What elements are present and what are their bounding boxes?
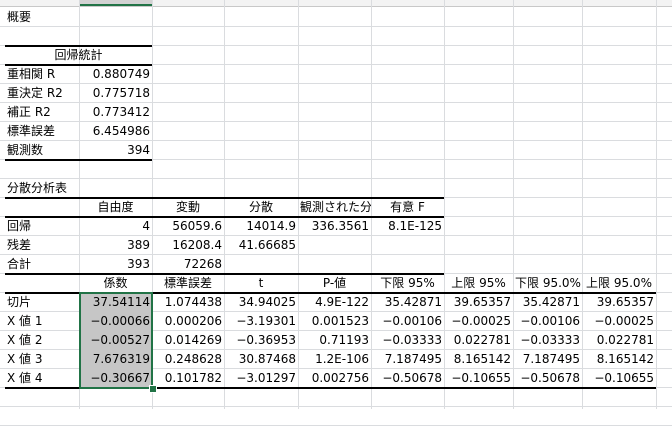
gridline-horizontal — [0, 406, 672, 407]
regression-stat-value[interactable]: 0.775718 — [79, 84, 152, 103]
anova-cell[interactable]: 41.66685 — [224, 236, 298, 255]
regression-stat-value[interactable]: 6.454986 — [79, 122, 152, 141]
coefficients-header[interactable]: 上限 95% — [444, 274, 513, 293]
coefficients-cell[interactable]: −0.00106 — [513, 312, 582, 331]
regression-stat-label[interactable]: 重決定 R2 — [5, 84, 79, 103]
regression-stat-label[interactable]: 重相関 R — [5, 65, 79, 84]
coefficients-cell[interactable]: 0.001523 — [298, 312, 371, 331]
coefficients-cell[interactable]: −3.19301 — [224, 312, 298, 331]
coefficients-cell[interactable]: −0.10655 — [444, 369, 513, 388]
coefficients-cell[interactable]: −0.50678 — [371, 369, 444, 388]
coefficients-cell[interactable]: 0.022781 — [444, 331, 513, 350]
coefficients-cell[interactable]: −0.03333 — [513, 331, 582, 350]
regression-stat-value[interactable]: 0.773412 — [79, 103, 152, 122]
regression-stat-value[interactable]: 0.880749 — [79, 65, 152, 84]
table-border-bottom — [5, 159, 152, 161]
coefficients-header[interactable]: 標準誤差 — [152, 274, 224, 293]
gridline-vertical — [656, 0, 657, 409]
coefficients-cell[interactable]: −0.10655 — [582, 369, 656, 388]
selected-column-header[interactable] — [79, 0, 152, 6]
regression-stat-label[interactable]: 観測数 — [5, 141, 79, 160]
anova-cell[interactable]: 72268 — [152, 255, 224, 274]
coefficients-cell[interactable]: −0.00025 — [444, 312, 513, 331]
coefficients-cell[interactable]: 39.65357 — [582, 293, 656, 312]
coefficients-cell[interactable]: −3.01297 — [224, 369, 298, 388]
anova-cell[interactable] — [224, 255, 298, 274]
anova-cell[interactable]: 16208.4 — [152, 236, 224, 255]
coefficients-cell[interactable]: 0.000206 — [152, 312, 224, 331]
anova-header[interactable]: 自由度 — [79, 198, 152, 217]
anova-row-label[interactable]: 合計 — [5, 255, 79, 274]
anova-cell[interactable]: 8.1E-125 — [371, 217, 444, 236]
coefficients-row-label[interactable]: 切片 — [5, 293, 79, 312]
selection-border[interactable] — [79, 292, 153, 389]
anova-title[interactable]: 分散分析表 — [5, 179, 152, 198]
coefficients-cell[interactable]: −0.00106 — [371, 312, 444, 331]
coefficients-header[interactable]: t — [224, 274, 298, 293]
coefficients-row-label[interactable]: X 値 3 — [5, 350, 79, 369]
anova-row-label[interactable]: 回帰 — [5, 217, 79, 236]
coefficients-cell[interactable]: 0.002756 — [298, 369, 371, 388]
coefficients-header[interactable]: 係数 — [79, 274, 152, 293]
anova-header[interactable]: 変動 — [152, 198, 224, 217]
coefficients-header[interactable]: 上限 95.0% — [582, 274, 656, 293]
anova-cell[interactable]: 14014.9 — [224, 217, 298, 236]
anova-header[interactable]: 観測された分散比 — [298, 198, 371, 217]
anova-cell[interactable]: 393 — [79, 255, 152, 274]
spreadsheet-grid[interactable]: 概要 回帰統計 重相関 R 0.880749 重決定 R2 0.775718 補正 R2 0.… — [0, 0, 672, 426]
coefficients-cell[interactable]: 0.022781 — [582, 331, 656, 350]
coefficients-header[interactable]: P-値 — [298, 274, 371, 293]
coefficients-cell[interactable]: 7.187495 — [513, 350, 582, 369]
regression-stat-value[interactable]: 394 — [79, 141, 152, 160]
coefficients-cell[interactable]: 35.42871 — [371, 293, 444, 312]
coefficients-cell[interactable]: 34.94025 — [224, 293, 298, 312]
coefficients-cell[interactable]: 8.165142 — [582, 350, 656, 369]
coefficients-row-label[interactable]: X 値 4 — [5, 369, 79, 388]
anova-header[interactable]: 有意 F — [371, 198, 444, 217]
coefficients-cell[interactable]: −0.00025 — [582, 312, 656, 331]
anova-cell[interactable] — [298, 236, 371, 255]
coefficients-cell[interactable]: 7.187495 — [371, 350, 444, 369]
coefficients-cell[interactable]: 1.074438 — [152, 293, 224, 312]
coefficients-cell[interactable]: 0.71193 — [298, 331, 371, 350]
anova-header[interactable]: 分散 — [224, 198, 298, 217]
coefficients-cell[interactable]: 8.165142 — [444, 350, 513, 369]
coefficients-cell[interactable]: −0.50678 — [513, 369, 582, 388]
coefficients-header[interactable]: 下限 95.0% — [513, 274, 582, 293]
anova-cell[interactable]: 56059.6 — [152, 217, 224, 236]
coefficients-cell[interactable]: 35.42871 — [513, 293, 582, 312]
coefficients-row-label[interactable]: X 値 1 — [5, 312, 79, 331]
anova-row-label[interactable]: 残差 — [5, 236, 79, 255]
anova-cell[interactable] — [371, 236, 444, 255]
coefficients-cell[interactable]: −0.03333 — [371, 331, 444, 350]
anova-cell[interactable]: 336.3561 — [298, 217, 371, 236]
anova-cell[interactable]: 389 — [79, 236, 152, 255]
coefficients-cell[interactable]: 0.248628 — [152, 350, 224, 369]
coefficients-cell[interactable]: 39.65357 — [444, 293, 513, 312]
fill-handle[interactable] — [149, 385, 157, 393]
summary-title[interactable]: 概要 — [5, 8, 152, 27]
coefficients-cell[interactable]: 0.014269 — [152, 331, 224, 350]
coefficients-cell[interactable]: 0.101782 — [152, 369, 224, 388]
regression-stat-label[interactable]: 標準誤差 — [5, 122, 79, 141]
regression-stats-header[interactable]: 回帰統計 — [5, 46, 152, 65]
anova-cell[interactable] — [298, 255, 371, 274]
coefficients-header[interactable]: 下限 95% — [371, 274, 444, 293]
coefficients-row-label[interactable]: X 値 2 — [5, 331, 79, 350]
anova-cell[interactable] — [371, 255, 444, 274]
anova-cell[interactable]: 4 — [79, 217, 152, 236]
coefficients-cell[interactable]: −0.36953 — [224, 331, 298, 350]
regression-stat-label[interactable]: 補正 R2 — [5, 103, 79, 122]
coefficients-cell[interactable]: 30.87468 — [224, 350, 298, 369]
coefficients-cell[interactable]: 1.2E-106 — [298, 350, 371, 369]
coefficients-cell[interactable]: 4.9E-122 — [298, 293, 371, 312]
